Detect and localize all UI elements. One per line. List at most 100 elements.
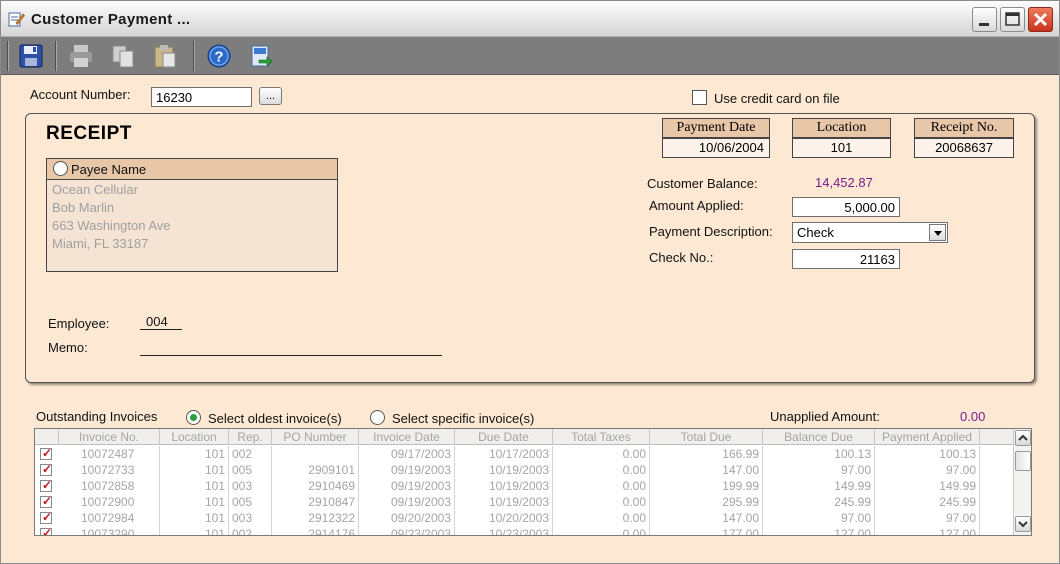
paste-icon — [154, 45, 176, 68]
select-oldest-radio[interactable] — [186, 410, 201, 425]
cell-total-due: 147.00 — [650, 462, 763, 478]
cell-invoice-date: 09/20/2003 — [359, 510, 455, 526]
payee-box: Payee Name Ocean Cellular Bob Marlin 663… — [46, 158, 338, 272]
scroll-thumb[interactable] — [1015, 451, 1031, 471]
row-select-checkbox[interactable] — [40, 526, 52, 535]
cell-balance-due: 245.99 — [763, 494, 875, 510]
invoices-grid[interactable]: Invoice No. Location Rep. PO Number Invoice … — [34, 428, 1032, 536]
column-header-location[interactable]: Location — [160, 429, 229, 445]
customer-balance-label: Customer Balance: — [647, 176, 758, 191]
print-button[interactable] — [67, 42, 95, 70]
row-select-checkbox[interactable] — [40, 494, 52, 508]
title-bar[interactable]: Customer Payment ... — [1, 1, 1059, 37]
save-icon — [19, 44, 43, 68]
select-specific-radio[interactable] — [370, 410, 385, 425]
account-number-input[interactable]: 16230 — [151, 87, 252, 107]
table-row[interactable]: 10072984101003291232209/20/200310/20/200… — [35, 510, 1013, 526]
table-row[interactable]: 10073290101002291417609/23/200310/23/200… — [35, 526, 1013, 535]
payment-date-header: Payment Date — [662, 118, 770, 138]
payment-date-value[interactable]: 10/06/2004 — [662, 138, 770, 158]
receipt-no-header: Receipt No. — [914, 118, 1014, 138]
paste-button[interactable] — [151, 42, 179, 70]
column-header-total-due[interactable]: Total Due — [650, 429, 763, 445]
exit-button[interactable] — [247, 42, 275, 70]
cell-invoice-date: 09/19/2003 — [359, 478, 455, 494]
vertical-scrollbar[interactable] — [1013, 429, 1031, 535]
payee-name-label: Payee Name — [71, 162, 147, 177]
employee-underline — [140, 329, 182, 330]
cell-due-date: 10/19/2003 — [455, 462, 553, 478]
payee-name-radio[interactable] — [53, 161, 68, 176]
window-title: Customer Payment ... — [31, 11, 191, 28]
table-row[interactable]: 10072487101002 09/17/200310/17/20030.0016… — [35, 446, 1013, 462]
copy-button[interactable] — [109, 42, 137, 70]
amount-applied-label: Amount Applied: — [649, 198, 744, 213]
cell-rep: 003 — [229, 510, 272, 526]
cell-rep: 005 — [229, 462, 272, 478]
amount-applied-input[interactable]: 5,000.00 — [792, 197, 900, 217]
payment-description-select[interactable]: Check — [792, 222, 948, 243]
chevron-down-icon — [1018, 521, 1028, 528]
cell-rep: 005 — [229, 494, 272, 510]
outstanding-invoices-label: Outstanding Invoices — [36, 409, 158, 424]
payment-description-value: Check — [797, 225, 834, 240]
maximize-icon — [1005, 12, 1020, 26]
cell-invoice-no: 10072858 — [59, 478, 160, 494]
payment-description-label: Payment Description: — [649, 224, 773, 239]
column-header-invoice-date[interactable]: Invoice Date — [359, 429, 455, 445]
toolbar-separator — [7, 41, 9, 71]
close-icon — [1033, 12, 1048, 27]
location-value[interactable]: 101 — [792, 138, 891, 158]
cell-total-due: 147.00 — [650, 510, 763, 526]
minimize-button[interactable] — [972, 7, 997, 32]
column-header-payment-applied[interactable]: Payment Applied — [875, 429, 980, 445]
check-no-input[interactable]: 21163 — [792, 249, 900, 269]
row-select-checkbox[interactable] — [40, 462, 52, 476]
cell-total-due: 166.99 — [650, 446, 763, 462]
use-credit-card-checkbox[interactable] — [692, 90, 707, 105]
column-header-total-taxes[interactable]: Total Taxes — [553, 429, 650, 445]
column-header-balance-due[interactable]: Balance Due — [763, 429, 875, 445]
column-header-po-number[interactable]: PO Number — [272, 429, 359, 445]
toolbar: ? — [1, 37, 1059, 75]
table-row[interactable]: 10072900101005291084709/19/200310/19/200… — [35, 494, 1013, 510]
payee-header: Payee Name — [47, 159, 337, 180]
customer-balance-value: 14,452.87 — [815, 175, 873, 190]
table-row[interactable]: 10072858101003291046909/19/200310/19/200… — [35, 478, 1013, 494]
memo-underline — [140, 355, 442, 356]
employee-value[interactable]: 004 — [146, 314, 168, 329]
column-header-invoice-no[interactable]: Invoice No. — [59, 429, 160, 445]
cell-rep: 002 — [229, 446, 272, 462]
scroll-down-button[interactable] — [1015, 516, 1031, 532]
close-button[interactable] — [1028, 7, 1053, 32]
minimize-icon — [979, 23, 989, 26]
payee-line: Bob Marlin — [52, 200, 115, 215]
cell-invoice-no: 10072487 — [59, 446, 160, 462]
cell-payment-applied: 100.13 — [875, 446, 980, 462]
column-header-rep[interactable]: Rep. — [229, 429, 272, 445]
cell-payment-applied: 245.99 — [875, 494, 980, 510]
payee-line: 663 Washington Ave — [52, 218, 171, 233]
account-lookup-button[interactable]: ... — [259, 87, 282, 105]
cell-total-due: 177.00 — [650, 526, 763, 535]
help-button[interactable]: ? — [205, 42, 233, 70]
cell-total-due: 295.99 — [650, 494, 763, 510]
cell-balance-due: 149.99 — [763, 478, 875, 494]
row-select-checkbox[interactable] — [40, 478, 52, 492]
toolbar-separator — [55, 41, 57, 71]
save-button[interactable] — [17, 42, 45, 70]
cell-balance-due: 97.00 — [763, 510, 875, 526]
cell-location: 101 — [160, 494, 229, 510]
table-row[interactable]: 10072733101005290910109/19/200310/19/200… — [35, 462, 1013, 478]
row-select-checkbox[interactable] — [40, 446, 52, 460]
cell-balance-due: 100.13 — [763, 446, 875, 462]
row-select-checkbox[interactable] — [40, 510, 52, 524]
scroll-up-button[interactable] — [1015, 430, 1031, 446]
chevron-down-icon[interactable] — [929, 224, 946, 241]
column-header-due-date[interactable]: Due Date — [455, 429, 553, 445]
cell-location: 101 — [160, 478, 229, 494]
maximize-button[interactable] — [1000, 7, 1025, 32]
cell-rep: 002 — [229, 526, 272, 535]
cell-total-taxes: 0.00 — [553, 510, 650, 526]
unapplied-amount-label: Unapplied Amount: — [770, 409, 880, 424]
